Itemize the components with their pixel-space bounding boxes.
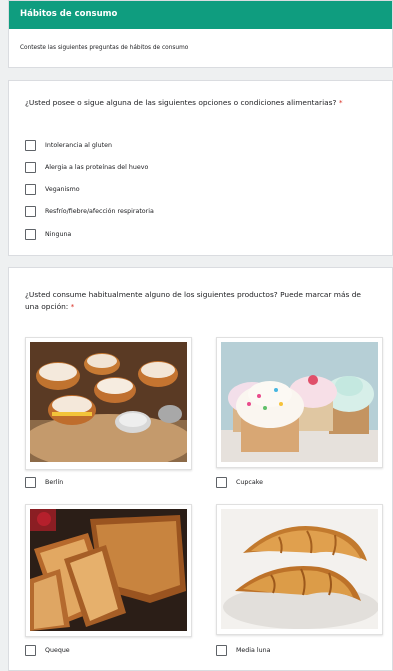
section-description: Conteste las siguientes preguntas de háb… <box>20 45 189 51</box>
question-title: ¿Usted consume habitualmente alguno de l… <box>25 289 362 313</box>
cupcake-image <box>221 342 378 462</box>
checkbox-option-egg-allergy[interactable]: Alergia a las proteínas del huevo <box>25 161 148 173</box>
option-label: Veganismo <box>45 185 80 193</box>
checkbox[interactable] <box>216 477 227 488</box>
required-asterisk: * <box>338 98 343 107</box>
checkbox-option-berlin[interactable]: Berlín <box>25 477 63 488</box>
checkbox[interactable] <box>25 161 36 173</box>
checkbox[interactable] <box>25 228 36 240</box>
question-card-products: ¿Usted consume habitualmente alguno de l… <box>8 267 393 671</box>
question-title-text: ¿Usted consume habitualmente alguno de l… <box>25 290 361 311</box>
checkbox-option-gluten[interactable]: Intolerancia al gluten <box>25 139 112 151</box>
media-luna-image-tile[interactable] <box>216 504 383 635</box>
section-header-card: Hábitos de consumo Conteste las siguient… <box>8 0 393 68</box>
checkbox-option-queque[interactable]: Queque <box>25 645 70 656</box>
checkbox[interactable] <box>216 645 227 656</box>
question-card-dietary-conditions: ¿Usted posee o sigue alguna de las sigui… <box>8 80 393 256</box>
checkbox-option-respiratory[interactable]: Resfrío/fiebre/afección respiratoria <box>25 205 154 217</box>
option-label: Alergia a las proteínas del huevo <box>45 163 149 171</box>
checkbox-option-vegan[interactable]: Veganismo <box>25 183 80 195</box>
checkbox-option-none[interactable]: Ninguna <box>25 228 71 240</box>
option-label: Media luna <box>236 647 271 654</box>
checkbox[interactable] <box>25 645 36 656</box>
option-label: Queque <box>45 647 70 654</box>
section-title: Hábitos de consumo <box>9 1 392 29</box>
checkbox[interactable] <box>25 183 36 195</box>
checkbox-option-cupcake[interactable]: Cupcake <box>216 477 263 488</box>
option-label: Ninguna <box>45 230 72 238</box>
croissant-image <box>221 509 378 629</box>
checkbox-option-media-luna[interactable]: Media luna <box>216 645 271 656</box>
pound-cake-image <box>30 509 187 631</box>
required-asterisk: * <box>70 302 75 311</box>
checkbox[interactable] <box>25 139 36 151</box>
question-title: ¿Usted posee o sigue alguna de las sigui… <box>25 97 362 109</box>
option-label: Intolerancia al gluten <box>45 141 112 149</box>
option-label: Berlín <box>45 479 64 486</box>
checkbox[interactable] <box>25 477 36 488</box>
cupcake-image-tile[interactable] <box>216 337 383 468</box>
berlin-image-tile[interactable] <box>25 337 192 470</box>
option-label: Cupcake <box>236 479 264 486</box>
queque-image-tile[interactable] <box>25 504 192 637</box>
checkbox[interactable] <box>25 205 36 217</box>
berlin-pastry-image <box>30 342 187 462</box>
question-title-text: ¿Usted posee o sigue alguna de las sigui… <box>25 98 337 107</box>
option-label: Resfrío/fiebre/afección respiratoria <box>45 207 154 215</box>
